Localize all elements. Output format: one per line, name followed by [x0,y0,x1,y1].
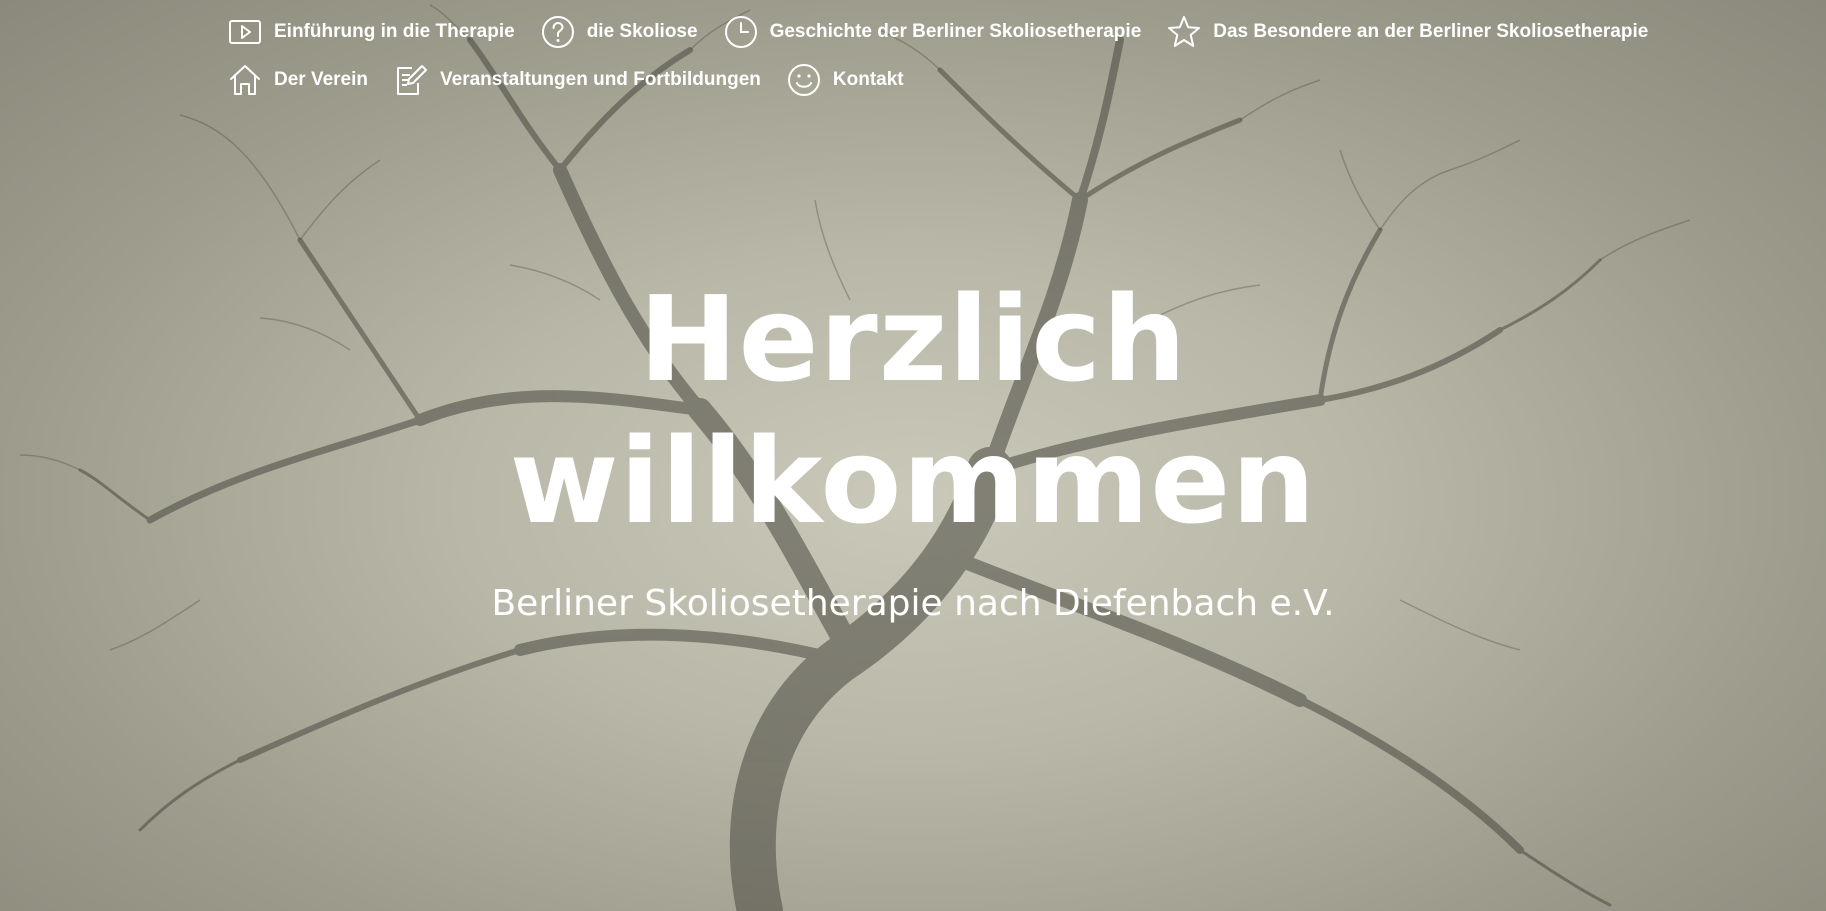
nav-item-label: Einführung in die Therapie [274,21,515,42]
nav-item-label: Geschichte der Berliner Skoliosetherapie [769,21,1142,42]
nav-item-label: Kontakt [832,69,904,90]
hero-section: Einführung in die Therapie die Skoliose … [0,0,1826,911]
hero-heading-block: Herzlich willkommen Berliner Skoliosethe… [0,268,1826,626]
play-icon [228,15,262,49]
nav-item-besondere[interactable]: Das Besondere an der Berliner Skolioseth… [1167,14,1648,50]
smiley-icon [787,63,821,97]
nav-item-label: Das Besondere an der Berliner Skolioseth… [1213,21,1649,42]
home-icon [228,63,262,97]
nav-item-verein[interactable]: Der Verein [228,62,368,98]
nav-item-skoliose[interactable]: die Skoliose [541,14,698,50]
nav-item-einfuehrung[interactable]: Einführung in die Therapie [228,14,515,50]
main-navigation: Einführung in die Therapie die Skoliose … [228,14,1728,98]
nav-item-label: Veranstaltungen und Fortbildungen [440,69,761,90]
nav-item-label: Der Verein [274,69,368,90]
question-icon [541,15,575,49]
hero-title-line-1: Herzlich [638,270,1188,408]
edit-icon [394,63,428,97]
nav-item-kontakt[interactable]: Kontakt [787,62,904,98]
hero-title: Herzlich willkommen [0,268,1826,552]
star-icon [1167,15,1201,49]
hero-subtitle: Berliner Skoliosetherapie nach Diefenbac… [491,583,1335,624]
clock-icon [724,15,758,49]
hero-title-line-2: willkommen [509,412,1317,550]
nav-item-geschichte[interactable]: Geschichte der Berliner Skoliosetherapie [724,14,1142,50]
nav-item-veranstaltungen[interactable]: Veranstaltungen und Fortbildungen [394,62,761,98]
nav-item-label: die Skoliose [586,21,698,42]
